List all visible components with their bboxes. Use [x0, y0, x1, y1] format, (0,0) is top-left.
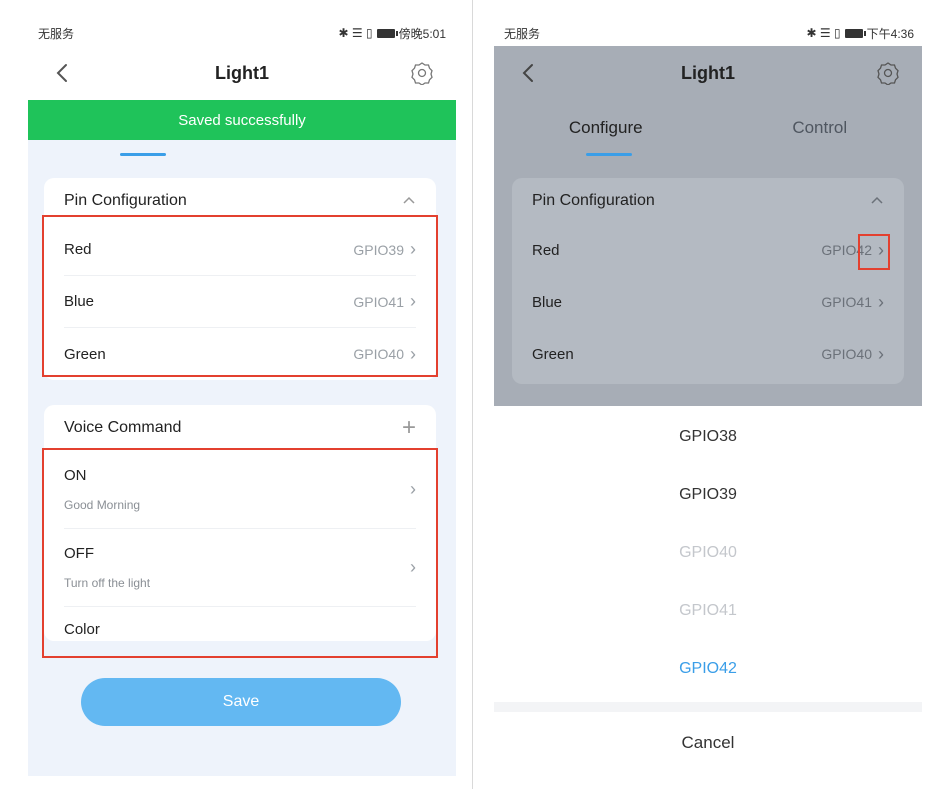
screen-divider — [472, 0, 473, 789]
clock: 下午4:36 — [866, 26, 914, 41]
settings-gear-icon[interactable] — [874, 59, 902, 87]
tab-control[interactable]: Control — [762, 118, 877, 138]
pin-value: GPIO40 — [821, 346, 872, 362]
left-screen: 无服务 ✱ ☰ ▯ 傍晚5:01 Light1 Saved successful… — [28, 0, 456, 789]
back-icon[interactable] — [48, 59, 76, 87]
chevron-up-icon[interactable] — [402, 192, 416, 210]
picker-option[interactable]: GPIO39 — [494, 466, 922, 524]
battery-icon — [376, 28, 398, 38]
picker-option[interactable]: GPIO40 — [494, 524, 922, 582]
status-bar: 无服务 ✱ ☰ ▯ 下午4:36 — [504, 22, 914, 44]
chevron-up-icon[interactable] — [870, 192, 884, 210]
add-icon[interactable]: + — [402, 414, 416, 442]
status-icons: ✱ ☰ ▯ — [806, 26, 841, 40]
page-title: Light1 — [215, 62, 269, 83]
nav-bar: Light1 — [494, 50, 922, 96]
carrier-label: 无服务 — [504, 26, 541, 41]
pin-label: Green — [532, 345, 574, 363]
nav-bar: Light1 — [28, 50, 456, 96]
pin-row-blue[interactable]: Blue GPIO41 › — [532, 276, 884, 328]
highlight-box-chevron — [858, 234, 890, 270]
battery-icon — [844, 28, 866, 38]
pin-value: GPIO41 — [821, 294, 872, 310]
sheet-separator — [494, 702, 922, 712]
active-tab-indicator — [120, 153, 166, 156]
carrier-label: 无服务 — [38, 26, 75, 41]
settings-gear-icon[interactable] — [408, 59, 436, 87]
status-icons: ✱ ☰ ▯ — [338, 26, 373, 40]
voice-command-header: Voice Command + — [44, 405, 436, 451]
gpio-picker-sheet: GPIO38 GPIO39 GPIO40 GPIO41 GPIO42 Cance… — [494, 406, 922, 789]
tab-bar: Configure Control — [494, 118, 922, 138]
active-tab-indicator — [586, 153, 632, 156]
tab-configure[interactable]: Configure — [539, 118, 673, 138]
toast-saved: Saved successfully — [28, 100, 456, 140]
pin-label: Red — [532, 241, 560, 259]
voice-command-title: Voice Command — [64, 419, 182, 436]
chevron-right-icon: › — [878, 343, 884, 364]
save-button[interactable]: Save — [81, 678, 401, 726]
clock: 傍晚5:01 — [398, 26, 446, 41]
pin-config-header[interactable]: Pin Configuration — [512, 178, 904, 224]
chevron-right-icon: › — [878, 291, 884, 312]
picker-option[interactable]: GPIO41 — [494, 582, 922, 640]
right-screen: 无服务 ✱ ☰ ▯ 下午4:36 Light1 Configure Contro… — [494, 0, 922, 789]
pin-row-red[interactable]: Red GPIO42 › — [532, 224, 884, 276]
pin-config-title: Pin Configuration — [532, 192, 655, 209]
picker-option[interactable]: GPIO38 — [494, 408, 922, 466]
page-title: Light1 — [681, 62, 735, 83]
pin-row-green[interactable]: Green GPIO40 › — [532, 328, 884, 380]
highlight-box-voice — [42, 448, 438, 658]
pin-config-card: Pin Configuration Red GPIO42 › Blue GPIO4… — [512, 178, 904, 384]
cancel-button[interactable]: Cancel — [494, 712, 922, 774]
pin-config-title: Pin Configuration — [64, 192, 187, 209]
status-bar: 无服务 ✱ ☰ ▯ 傍晚5:01 — [38, 22, 446, 44]
highlight-box-pins — [42, 215, 438, 377]
picker-option-selected[interactable]: GPIO42 — [494, 640, 922, 698]
pin-label: Blue — [532, 293, 563, 311]
back-icon[interactable] — [514, 59, 542, 87]
